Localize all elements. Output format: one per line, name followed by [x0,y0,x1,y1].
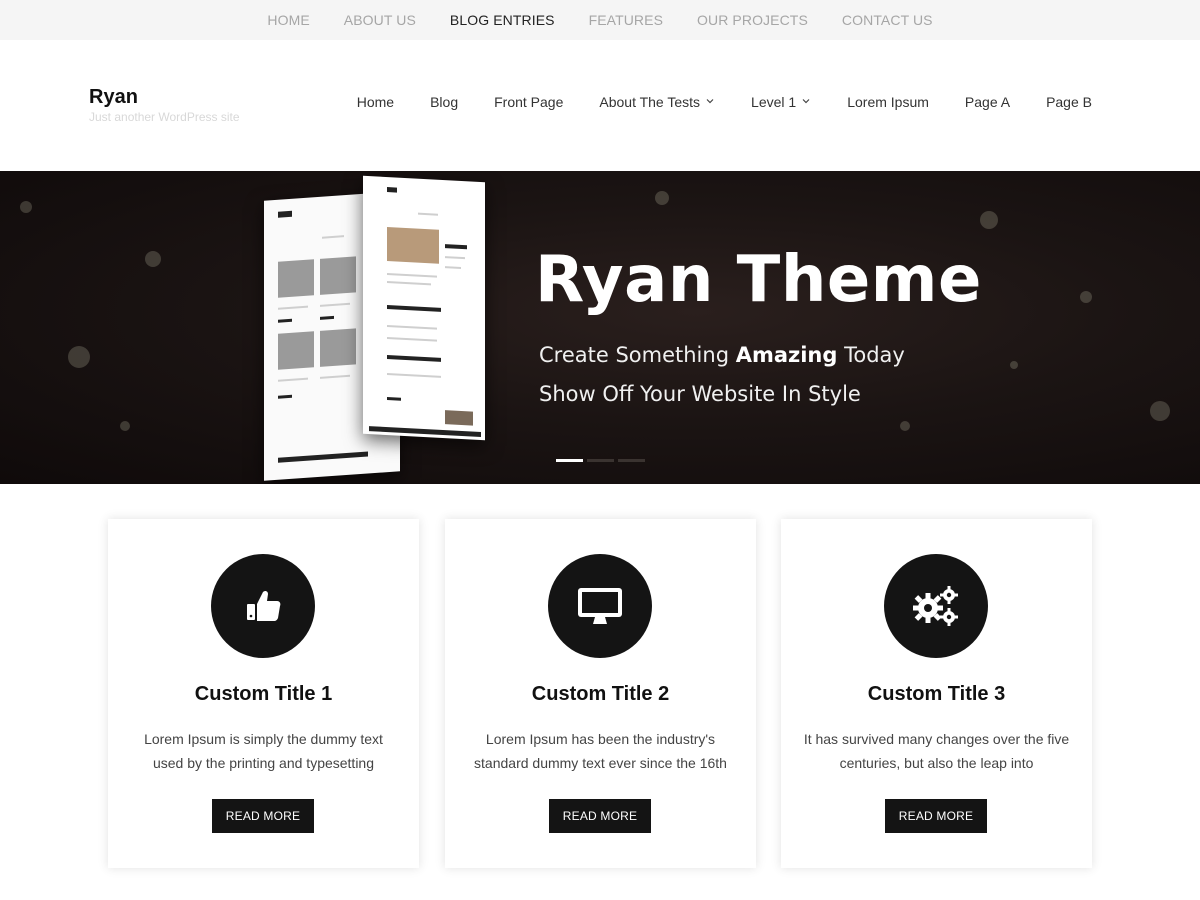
slider-dot-2[interactable] [587,459,614,462]
read-more-button[interactable]: READ MORE [212,799,314,833]
bokeh-dot [20,201,32,213]
top-nav-about-us[interactable]: ABOUT US [344,12,416,28]
hero-title: Ryan Theme [535,243,982,317]
main-nav-label: Lorem Ipsum [847,94,929,110]
top-nav-home[interactable]: HOME [267,12,309,28]
main-nav-label: About The Tests [599,94,701,110]
feature-card-3: Custom Title 3 It has survived many chan… [781,519,1092,868]
hero-slider[interactable]: Ryan Theme Create Something Amazing Toda… [0,171,1200,484]
bokeh-dot [1150,401,1170,421]
card-text: Lorem Ipsum has been the industry's stan… [474,731,727,771]
main-nav-lorem-ipsum[interactable]: Lorem Ipsum [847,94,929,110]
bokeh-dot [120,421,130,431]
main-nav: Home Blog Front Page About The Tests Lev… [357,94,1092,110]
main-nav-home[interactable]: Home [357,94,394,110]
bokeh-dot [1080,291,1092,303]
bokeh-dot [655,191,669,205]
main-nav-label: Front Page [494,94,564,110]
card-title: Custom Title 2 [531,683,670,705]
top-nav: HOME ABOUT US BLOG ENTRIES FEATURES OUR … [0,0,1200,40]
blog-mockup-image [363,175,485,441]
thumbs-up-icon [211,554,315,658]
chevron-down-icon [802,99,810,104]
feature-card-2: Custom Title 2 Lorem Ipsum has been the … [445,519,756,868]
top-nav-our-projects[interactable]: OUR PROJECTS [697,12,808,28]
read-more-button[interactable]: READ MORE [885,799,987,833]
main-nav-about-the-tests[interactable]: About The Tests [599,94,715,110]
chevron-down-icon [706,99,714,104]
main-nav-label: Home [356,94,395,110]
bokeh-dot [900,421,910,431]
hero-subtitle-line-2: Show Off Your Website In Style [539,382,861,406]
card-text: It has survived many changes over the fi… [803,731,1070,771]
monitor-icon [548,554,652,658]
slider-dot-3[interactable] [618,459,645,462]
top-nav-contact-us[interactable]: CONTACT US [842,12,933,28]
site-tagline: Just another WordPress site [89,110,240,124]
main-nav-front-page[interactable]: Front Page [494,94,563,110]
site-title[interactable]: Ryan [89,86,138,109]
bokeh-dot [68,346,90,368]
main-nav-level-1[interactable]: Level 1 [751,94,811,110]
top-nav-blog-entries[interactable]: BLOG ENTRIES [450,12,555,28]
main-nav-page-b[interactable]: Page B [1046,94,1092,110]
bokeh-dot [1010,361,1018,369]
hero-subtitle-line-1: Create Something Amazing Today [539,343,905,367]
feature-card-1: Custom Title 1 Lorem Ipsum is simply the… [108,519,419,868]
top-bar: HOME ABOUT US BLOG ENTRIES FEATURES OUR … [0,0,1200,40]
bokeh-dot [145,251,161,267]
main-nav-label: Blog [430,94,459,110]
bokeh-dot [980,211,998,229]
main-nav-page-a[interactable]: Page A [965,94,1010,110]
card-title: Custom Title 1 [194,683,333,705]
card-text: Lorem Ipsum is simply the dummy text use… [144,731,383,771]
read-more-button[interactable]: READ MORE [549,799,651,833]
main-nav-blog[interactable]: Blog [430,94,458,110]
main-nav-label: Page B [1046,94,1092,110]
slider-pagination [556,459,649,462]
top-nav-features[interactable]: FEATURES [589,12,663,28]
main-nav-label: Level 1 [751,94,797,110]
gears-icon [884,554,988,658]
card-title: Custom Title 3 [867,683,1006,705]
main-nav-label: Page A [964,94,1011,110]
slider-dot-1[interactable] [556,459,583,462]
